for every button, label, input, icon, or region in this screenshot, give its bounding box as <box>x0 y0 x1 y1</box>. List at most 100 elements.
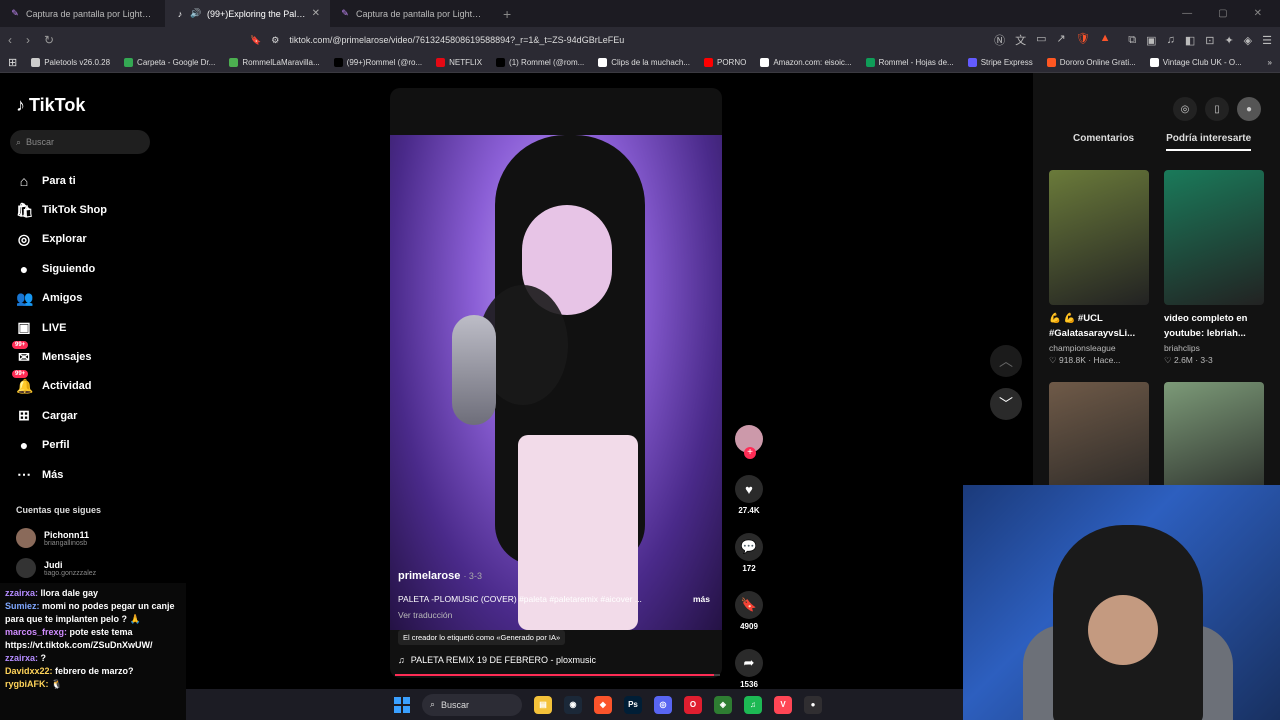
like-button[interactable]: ♥ 27.4K <box>735 475 763 515</box>
creator-avatar[interactable]: + <box>735 425 763 459</box>
reload-icon[interactable]: ↻ <box>44 33 54 47</box>
tab-search-icon[interactable]: ⊡ <box>1205 34 1214 47</box>
card-title[interactable]: 💪 💪 #UCL #GalatasarayvsLi... <box>1049 311 1149 341</box>
brave-icon[interactable]: ◆ <box>594 695 612 714</box>
comment-icon[interactable]: 💬 <box>735 533 763 561</box>
bookmark-item[interactable]: Amazon.com: eisoic... <box>760 58 852 67</box>
user-avatar[interactable]: ● <box>1237 97 1261 121</box>
vpn-icon[interactable]: ◈ <box>1244 34 1252 47</box>
brave-shield-icon[interactable]: 🛡 <box>1076 32 1090 48</box>
brave-rewards-icon[interactable]: ▲ <box>1100 32 1111 48</box>
bookmark-icon[interactable]: 🔖 <box>735 591 763 619</box>
share-icon[interactable]: ↗ <box>1056 32 1065 48</box>
sidebar-item-para-ti[interactable]: ⌂ Para ti <box>16 166 107 195</box>
bookmark-item[interactable]: RommelLaMaravilla... <box>229 58 320 67</box>
leo-icon[interactable]: ✦ <box>1224 34 1233 47</box>
sidebar-item-actividad[interactable]: 🔔 99+ Actividad <box>12 369 107 401</box>
device-icon[interactable]: ▯ <box>1205 97 1229 121</box>
video-player[interactable] <box>390 88 722 678</box>
sidebar-item-mensajes[interactable]: ✉ 99+ Mensajes <box>12 340 107 371</box>
bookmark-item[interactable]: PORNO <box>703 58 746 67</box>
bookmark-item[interactable]: Stripe Express <box>967 58 1033 67</box>
card-channel[interactable]: briahclips <box>1164 343 1264 353</box>
spotify-icon[interactable]: ♫ <box>744 695 762 714</box>
url-field[interactable]: 🔖 ⚙ tiktok.com/@primelarose/video/761324… <box>250 35 980 46</box>
compass-icon[interactable]: ◎ <box>1173 97 1197 121</box>
file-explorer-icon[interactable]: ▤ <box>534 695 552 714</box>
video-username[interactable]: primelarose <box>398 570 460 582</box>
sidebar-item-amigos[interactable]: 👥 Amigos <box>16 284 107 313</box>
speaker-icon[interactable]: 🔊 <box>190 8 201 19</box>
obs-icon[interactable]: ● <box>804 695 822 714</box>
maximize-icon[interactable]: ▢ <box>1218 8 1227 19</box>
bookmark-item[interactable]: Paletools v26.0.28 <box>31 58 110 67</box>
discord-icon[interactable]: ◎ <box>654 695 672 714</box>
translate-link[interactable]: Ver traducción <box>398 610 452 620</box>
sidebar-icon[interactable]: ◧ <box>1185 34 1195 47</box>
heart-icon[interactable]: ♥ <box>735 475 763 503</box>
browser-tab-active[interactable]: ♪ 🔊 (99+)Exploring the Paleta Re… ✕ <box>165 0 330 27</box>
apps-grid-icon[interactable]: ⊞ <box>8 56 17 69</box>
translate-icon[interactable]: 文 <box>1015 32 1026 48</box>
card-channel[interactable]: championsleague <box>1049 343 1149 353</box>
wallet-icon[interactable]: ▣ <box>1146 34 1156 47</box>
sidebar-item-cargar[interactable]: ⊞ Cargar <box>16 401 107 430</box>
music-info[interactable]: ♫ PALETA REMIX 19 DE FEBRERO - ploxmusic <box>398 655 596 665</box>
taskbar-search[interactable]: ⌕ Buscar <box>422 693 522 716</box>
share-icon[interactable]: ➦ <box>735 649 763 677</box>
following-account[interactable]: Judi tiago.gonzzzalez <box>16 558 96 578</box>
video-progress-bar[interactable] <box>395 674 720 676</box>
recommended-video-card[interactable]: video completo en youtube: lebriah... bri… <box>1164 170 1264 366</box>
menu-icon[interactable]: ☰ <box>1262 34 1272 47</box>
bookmark-item[interactable]: Vintage Club UK - O... <box>1149 58 1242 67</box>
music-icon[interactable]: ♫ <box>1167 34 1175 47</box>
tab-recommended[interactable]: Podría interesarte <box>1166 133 1252 151</box>
share-button[interactable]: ➦ 1536 <box>735 649 763 689</box>
url-text[interactable]: tiktok.com/@primelarose/video/7613245808… <box>289 35 624 45</box>
steam-icon[interactable]: ◉ <box>564 695 582 714</box>
video-author[interactable]: primelarose · 3-3 <box>398 570 482 582</box>
caption-more-link[interactable]: más <box>693 594 710 604</box>
bookmark-item[interactable]: (99+)Rommel (@ro... <box>333 58 422 67</box>
tab-comments[interactable]: Comentarios <box>1073 133 1134 151</box>
bookmark-item[interactable]: Carpeta - Google Dr... <box>124 58 215 67</box>
sidebar-item-explorar[interactable]: ◎ Explorar <box>16 225 107 254</box>
video-frame-image[interactable] <box>390 135 722 630</box>
bookmark-item[interactable]: Rommel - Hojas de... <box>865 58 954 67</box>
previous-video-button[interactable]: ︿ <box>990 345 1022 377</box>
bookmark-icon[interactable]: 🔖 <box>250 35 261 46</box>
bookmark-item[interactable]: NETFLIX <box>436 58 482 67</box>
bookmark-item[interactable]: Clips de la muchach... <box>598 58 690 67</box>
app-icon[interactable]: ◈ <box>714 695 732 714</box>
comment-button[interactable]: 💬 172 <box>735 533 763 573</box>
search-input[interactable]: ⌕ Buscar <box>10 130 150 154</box>
video-thumbnail[interactable] <box>1164 170 1264 305</box>
browser-tab[interactable]: ✎ Captura de pantalla por Lightshot <box>0 0 165 27</box>
video-thumbnail[interactable] <box>1049 170 1149 305</box>
cast-icon[interactable]: ▭ <box>1036 32 1046 48</box>
photoshop-icon[interactable]: Ps <box>624 695 642 714</box>
sidebar-item-perfil[interactable]: ● Perfil <box>16 431 107 460</box>
sidebar-item-live[interactable]: ▣ LIVE <box>16 313 107 342</box>
new-tab-icon[interactable]: + <box>503 6 511 22</box>
browser-tab[interactable]: ✎ Captura de pantalla por Lightshot <box>330 0 495 27</box>
sidebar-item-tiktok-shop[interactable]: 🛍 TikTok Shop <box>16 195 107 224</box>
recommended-video-card[interactable]: 💪 💪 #UCL #GalatasarayvsLi... championslea… <box>1049 170 1149 366</box>
more-bookmarks-icon[interactable]: » <box>1268 58 1272 67</box>
sidebar-item-siguiendo[interactable]: ● Siguiendo <box>16 254 107 283</box>
extensions-icon[interactable]: ⧉ <box>1128 34 1136 47</box>
sidebar-item-más[interactable]: ⋯ Más <box>16 460 107 489</box>
save-button[interactable]: 🔖 4909 <box>735 591 763 631</box>
windows-start-icon[interactable] <box>394 696 410 713</box>
tiktok-logo[interactable]: ♪ TikTok <box>16 95 85 116</box>
back-icon[interactable]: ‹ <box>8 33 12 47</box>
reader-icon[interactable]: Ⓝ <box>994 32 1005 48</box>
bookmark-item[interactable]: Dororo Online Grati... <box>1046 58 1136 67</box>
next-video-button[interactable]: ﹀ <box>990 388 1022 420</box>
card-title[interactable]: video completo en youtube: lebriah... <box>1164 311 1264 341</box>
bookmark-item[interactable]: (1) Rommel (@rom... <box>496 58 584 67</box>
follow-plus-icon[interactable]: + <box>744 447 756 459</box>
close-tab-icon[interactable]: ✕ <box>312 8 320 19</box>
music-title[interactable]: PALETA REMIX 19 DE FEBRERO - ploxmusic <box>411 655 596 665</box>
minimize-icon[interactable]: — <box>1182 8 1192 19</box>
